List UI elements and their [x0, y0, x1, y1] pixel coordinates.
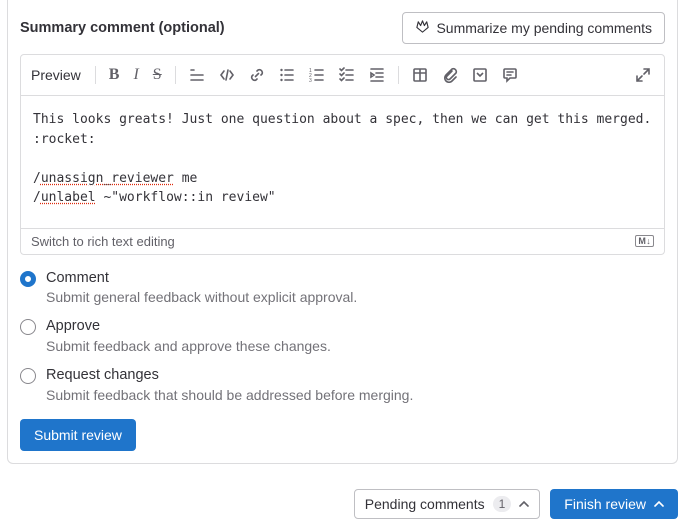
comment-template-button[interactable]: [497, 61, 523, 89]
radio-label: Request changes: [46, 366, 413, 385]
numbered-list-button[interactable]: 123: [304, 61, 330, 89]
radio-description: Submit feedback that should be addressed…: [46, 387, 413, 403]
summarize-button[interactable]: Summarize my pending comments: [402, 12, 665, 44]
editor-footer: Switch to rich text editing M↓: [21, 229, 664, 254]
radio-input[interactable]: [20, 271, 36, 287]
toolbar-separator: [95, 66, 96, 84]
strike-button[interactable]: S: [148, 61, 167, 89]
review-type-group: CommentSubmit general feedback without e…: [20, 269, 665, 404]
quote-button[interactable]: [184, 61, 210, 89]
task-list-button[interactable]: [334, 61, 360, 89]
radio-input[interactable]: [20, 368, 36, 384]
radio-label: Approve: [46, 317, 331, 336]
chevron-up-icon: [519, 499, 529, 509]
fullscreen-button[interactable]: [630, 61, 656, 89]
markdown-icon[interactable]: M↓: [635, 235, 654, 248]
radio-option-request_changes[interactable]: Request changes Submit feedback that shou…: [20, 366, 665, 403]
tanuki-ai-icon: [415, 19, 430, 37]
italic-button[interactable]: I: [128, 61, 143, 89]
chevron-up-icon: [654, 499, 664, 509]
toolbar-separator: [398, 66, 399, 84]
attach-button[interactable]: [437, 61, 463, 89]
finish-review-button[interactable]: Finish review: [550, 489, 678, 519]
pending-count-badge: 1: [493, 496, 512, 512]
svg-text:3: 3: [309, 78, 312, 83]
toolbar-separator: [175, 66, 176, 84]
details-button[interactable]: [467, 61, 493, 89]
pending-comments-button[interactable]: Pending comments 1: [354, 489, 541, 519]
radio-description: Submit general feedback without explicit…: [46, 289, 357, 305]
switch-mode-link[interactable]: Switch to rich text editing: [31, 234, 175, 249]
pending-label: Pending comments: [365, 496, 485, 512]
preview-tab[interactable]: Preview: [29, 61, 87, 89]
radio-option-comment[interactable]: CommentSubmit general feedback without e…: [20, 269, 665, 306]
table-button[interactable]: [407, 61, 433, 89]
radio-option-approve[interactable]: Approve Submit feedback and approve these…: [20, 317, 665, 354]
bullet-list-button[interactable]: [274, 61, 300, 89]
code-button[interactable]: [214, 61, 240, 89]
submit-review-button[interactable]: Submit review: [20, 419, 136, 451]
link-button[interactable]: [244, 61, 270, 89]
indent-button[interactable]: [364, 61, 390, 89]
radio-description: Submit feedback and approve these change…: [46, 338, 331, 354]
panel-title: Summary comment (optional): [20, 20, 225, 36]
finish-label: Finish review: [564, 496, 646, 512]
bold-button[interactable]: B: [104, 61, 125, 89]
summarize-button-label: Summarize my pending comments: [436, 20, 652, 36]
textarea-wrap: This looks greats! Just one question abo…: [21, 95, 664, 229]
editor-box: Preview B I S 123 This looks greats! Jus…: [20, 54, 665, 255]
panel-header: Summary comment (optional) Summarize my …: [20, 12, 665, 44]
comment-textarea[interactable]: This looks greats! Just one question abo…: [21, 96, 664, 228]
toolbar: Preview B I S 123: [21, 55, 664, 95]
radio-label: Comment: [46, 269, 357, 288]
review-panel: Summary comment (optional) Summarize my …: [7, 0, 678, 464]
radio-input[interactable]: [20, 319, 36, 335]
bottom-bar: Pending comments 1 Finish review: [354, 489, 678, 519]
